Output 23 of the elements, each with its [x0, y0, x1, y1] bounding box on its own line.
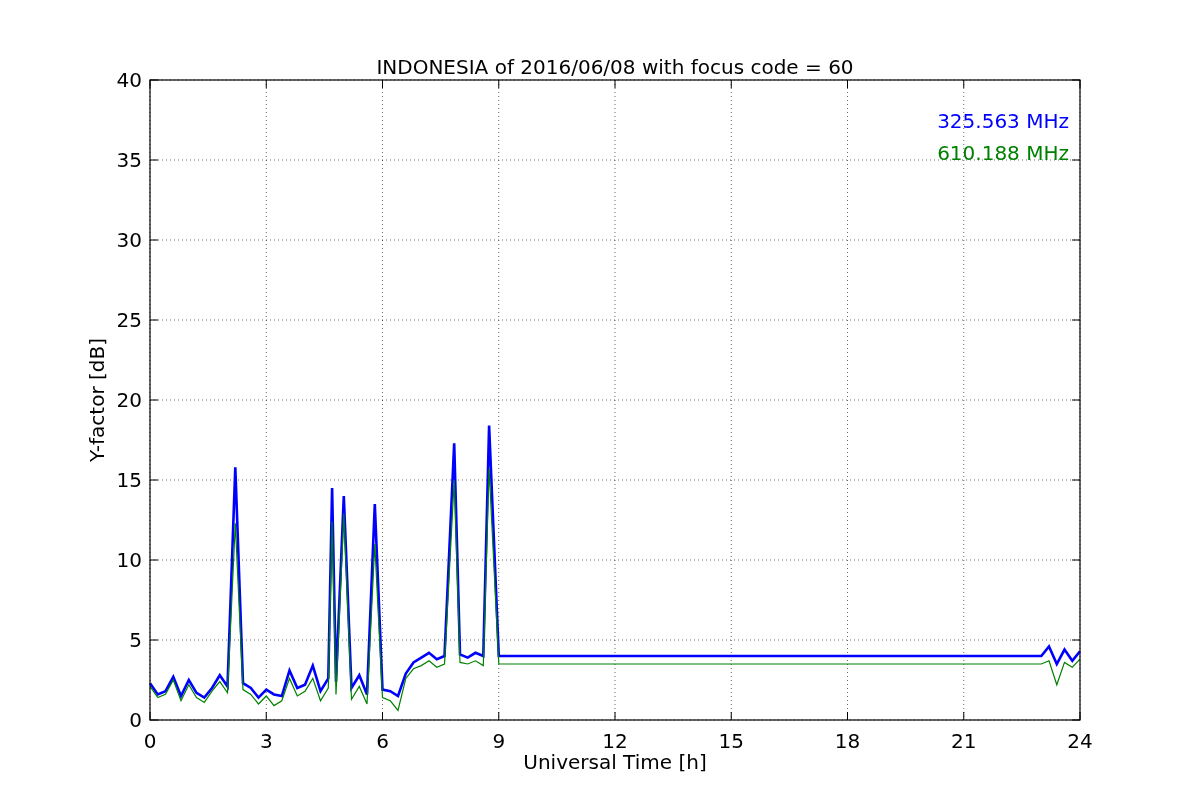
tick-label: 15: [718, 729, 744, 753]
tick-label: 21: [951, 729, 977, 753]
tick-label: 18: [834, 729, 861, 753]
tick-label: 9: [492, 729, 506, 753]
tick-label: 30: [116, 228, 142, 252]
tick-label: 3: [259, 729, 273, 753]
tick-label: 0: [129, 708, 142, 732]
tick-label: 10: [116, 548, 142, 572]
y-axis-label: Y-factor [dB]: [85, 338, 109, 462]
tick-label: 20: [116, 388, 142, 412]
tick-label: 40: [116, 68, 142, 92]
x-axis-label: Universal Time [h]: [523, 750, 707, 774]
tick-label: 12: [602, 729, 628, 753]
tick-label: 25: [116, 308, 142, 332]
tick-label: 5: [129, 628, 142, 652]
legend-label: 325.563 MHz: [937, 109, 1069, 133]
tick-label: 24: [1067, 729, 1093, 753]
legend-label: 610.188 MHz: [937, 141, 1069, 165]
tick-label: 0: [143, 729, 157, 753]
tick-label: 15: [116, 468, 142, 492]
tick-label: 6: [376, 729, 389, 753]
tick-label: 35: [116, 148, 142, 172]
chart-title: INDONESIA of 2016/06/08 with focus code = 60: [376, 55, 854, 79]
